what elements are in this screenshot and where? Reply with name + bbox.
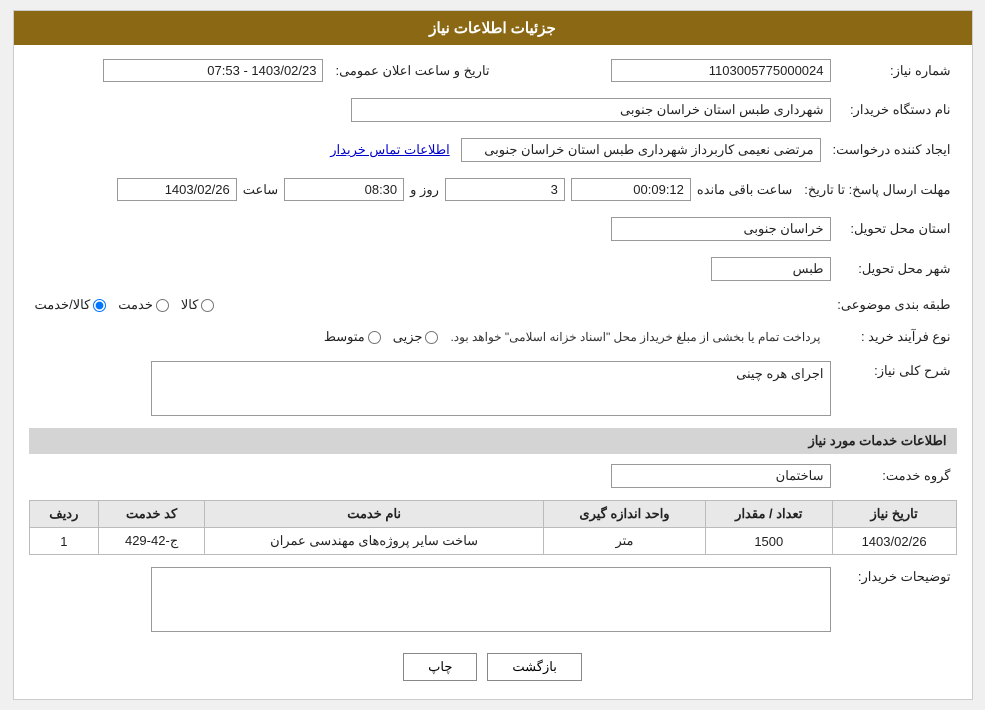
label-nooe-farayand: نوع فرآیند خرید : xyxy=(837,325,957,349)
radio-jozii-label: جزیی xyxy=(393,329,423,345)
notice-farayand: پرداخت تمام یا بخشی از مبلغ خریداز محل "… xyxy=(450,330,820,344)
value-sharh: اجرای هره چینی xyxy=(151,361,831,416)
cell-kod_khedmat: ج-42-429 xyxy=(99,528,205,555)
value-saat: 08:30 xyxy=(284,178,404,201)
label-rooz-va: روز و xyxy=(410,182,439,198)
value-ijad: مرتضی نعیمی کاربرداز شهرداری طبس استان خ… xyxy=(461,138,821,162)
label-shahr: شهر محل تحویل: xyxy=(837,253,957,285)
table-row: 1403/02/261500مترساخت سایر پروژه‌های مهن… xyxy=(29,528,956,555)
value-shomara: 1103005775000024 xyxy=(611,59,831,82)
label-tabaqe: طبقه بندی موضوعی: xyxy=(831,293,956,317)
button-row: بازگشت چاپ xyxy=(29,653,957,681)
service-table: تاریخ نیاز تعداد / مقدار واحد اندازه گیر… xyxy=(29,500,957,555)
value-gorooh: ساختمان xyxy=(611,464,831,488)
btn-bazgasht[interactable]: بازگشت xyxy=(487,653,581,681)
info-table-row5: استان محل تحویل: خراسان جنوبی xyxy=(29,213,957,245)
info-table-row8: نوع فرآیند خرید : متوسط جزیی پرداخت تمام… xyxy=(29,325,957,349)
radio-item-kala-khedmat[interactable]: کالا/خدمت xyxy=(35,297,107,313)
col-tedad: تعداد / مقدار xyxy=(705,501,832,528)
value-date: 1403/02/26 xyxy=(117,178,237,201)
radio-item-khedmat[interactable]: خدمت xyxy=(118,297,169,313)
radio-khedmat-label: خدمت xyxy=(118,297,153,313)
col-tarikh: تاریخ نیاز xyxy=(832,501,956,528)
info-table-row4: مهلت ارسال پاسخ: تا تاریخ: 1403/02/26 سا… xyxy=(29,174,957,205)
info-table-sharh: شرح کلی نیاز: اجرای هره چینی xyxy=(29,357,957,420)
label-gorooh: گروه خدمت: xyxy=(837,460,957,492)
radio-item-jozii[interactable]: جزیی xyxy=(393,329,439,345)
radio-item-motavasset[interactable]: متوسط xyxy=(324,329,381,345)
label-mohlat: مهلت ارسال پاسخ: تا تاریخ: xyxy=(798,174,956,205)
radio-motavasset-label: متوسط xyxy=(324,329,365,345)
radio-jozii-input[interactable] xyxy=(425,331,438,344)
value-rooz: 3 xyxy=(445,178,565,201)
value-nam-dastgah: شهرداری طبس استان خراسان جنوبی xyxy=(351,98,831,122)
cell-radif: 1 xyxy=(29,528,99,555)
radio-kala-khedmat-label: کالا/خدمت xyxy=(35,297,91,313)
info-table-gorooh: گروه خدمت: ساختمان xyxy=(29,460,957,492)
info-table-row2: نام دستگاه خریدار: شهرداری طبس استان خرا… xyxy=(29,94,957,126)
label-tawzih: توضیحات خریدار: xyxy=(837,563,957,639)
label-ijad: ایجاد کننده درخواست: xyxy=(827,134,957,166)
label-saat: ساعت xyxy=(243,182,278,198)
col-vahed: واحد اندازه گیری xyxy=(544,501,706,528)
value-shahr: طبس xyxy=(711,257,831,281)
col-kod-khedmat: کد خدمت xyxy=(99,501,205,528)
label-saat-baqi: ساعت باقی مانده xyxy=(697,182,792,198)
radio-item-kala[interactable]: کالا xyxy=(181,297,215,313)
main-content: شماره نیاز: 1103005775000024 تاریخ و ساع… xyxy=(14,45,972,699)
cell-nam_khedmat: ساخت سایر پروژه‌های مهندسی عمران xyxy=(205,528,544,555)
page-wrapper: جزئیات اطلاعات نیاز شماره نیاز: 11030057… xyxy=(13,10,973,700)
cell-vahed: متر xyxy=(544,528,706,555)
link-ittila[interactable]: اطلاعات تماس خریدار xyxy=(330,142,449,157)
radio-motavasset-input[interactable] xyxy=(368,331,381,344)
radio-kala-khedmat-input[interactable] xyxy=(93,299,106,312)
info-table-row3: ایجاد کننده درخواست: مرتضی نعیمی کاربردا… xyxy=(29,134,957,166)
info-table-row7: طبقه بندی موضوعی: کالا/خدمت خدمت کالا xyxy=(29,293,957,317)
radio-kala-label: کالا xyxy=(181,297,199,313)
label-sharh: شرح کلی نیاز: xyxy=(837,357,957,420)
section-khadamat: اطلاعات خدمات مورد نیاز xyxy=(29,428,957,454)
label-tarikh: تاریخ و ساعت اعلان عمومی: xyxy=(329,55,495,86)
textarea-tawzih[interactable] xyxy=(151,567,831,632)
radio-khedmat-input[interactable] xyxy=(156,299,169,312)
page-title: جزئیات اطلاعات نیاز xyxy=(14,11,972,45)
info-table-row1: شماره نیاز: 1103005775000024 تاریخ و ساع… xyxy=(29,55,957,86)
value-ostan: خراسان جنوبی xyxy=(611,217,831,241)
btn-chap[interactable]: چاپ xyxy=(403,653,477,681)
col-radif: ردیف xyxy=(29,501,99,528)
label-nam-dastgah: نام دستگاه خریدار: xyxy=(837,94,957,126)
col-nam-khedmat: نام خدمت xyxy=(205,501,544,528)
cell-tarikh: 1403/02/26 xyxy=(832,528,956,555)
value-baqi: 00:09:12 xyxy=(571,178,691,201)
info-table-row6: شهر محل تحویل: طبس xyxy=(29,253,957,285)
cell-tedad: 1500 xyxy=(705,528,832,555)
label-ostan: استان محل تحویل: xyxy=(837,213,957,245)
sharh-text: اجرای هره چینی xyxy=(736,366,823,381)
info-table-tawzih: توضیحات خریدار: xyxy=(29,563,957,639)
value-tarikh: 1403/02/23 - 07:53 xyxy=(103,59,323,82)
label-shomara: شماره نیاز: xyxy=(837,55,957,86)
radio-kala-input[interactable] xyxy=(201,299,214,312)
